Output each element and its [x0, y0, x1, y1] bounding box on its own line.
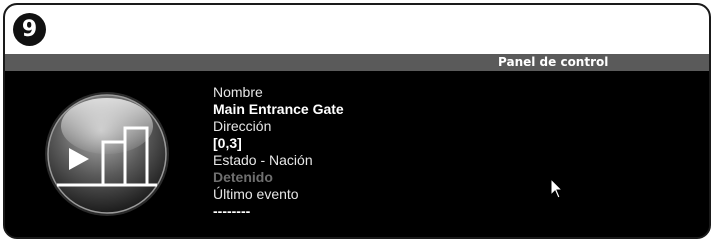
state-label: Estado - Nación — [213, 152, 313, 168]
last-event-label: Último evento — [213, 186, 299, 202]
step-number-badge: 9 — [13, 13, 46, 46]
name-value: Main Entrance Gate — [213, 101, 344, 117]
address-value: [0,3] — [213, 135, 242, 151]
state-value: Detenido — [213, 169, 273, 185]
screenshot-frame: 9 Panel de control Nombre Main Entrance … — [3, 3, 711, 239]
last-event-value: -------- — [213, 203, 251, 219]
device-panel: Nombre Main Entrance Gate Dirección [0,3… — [5, 71, 709, 237]
mouse-cursor-icon — [550, 177, 564, 200]
step-header: 9 — [5, 5, 709, 54]
name-label: Nombre — [213, 84, 263, 100]
device-info: Nombre Main Entrance Gate Dirección [0,3… — [213, 84, 344, 220]
address-label: Dirección — [213, 118, 272, 134]
panel-title: Panel de control — [498, 55, 609, 69]
gate-icon[interactable] — [43, 90, 171, 218]
control-panel-titlebar: Panel de control — [5, 54, 709, 71]
